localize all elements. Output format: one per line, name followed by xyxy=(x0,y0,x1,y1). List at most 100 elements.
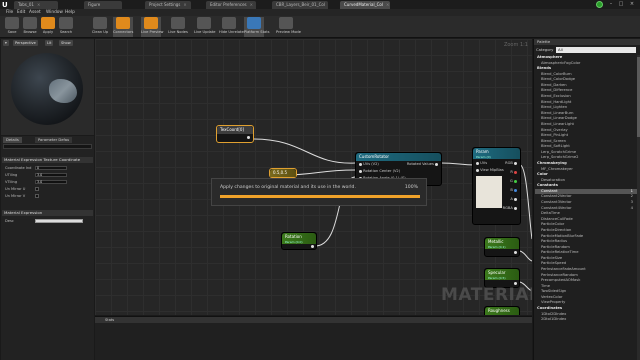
param-node[interactable]: Param Param (0) UVs View MipBias RGB R G… xyxy=(472,147,521,225)
clean-up-button[interactable]: Clean Up xyxy=(90,17,110,37)
desc-input[interactable] xyxy=(35,219,83,223)
preview-sphere xyxy=(11,53,83,125)
texcoord-output-pin[interactable] xyxy=(247,135,250,140)
zoom-level: Zoom 1:1 xyxy=(503,42,528,48)
details-search-input[interactable] xyxy=(3,144,92,149)
clean-up-icon xyxy=(93,17,107,29)
tab-tabs-01[interactable]: Tabs_01 × xyxy=(14,1,58,9)
menu-bar: File Edit Asset Window Help xyxy=(0,9,640,16)
details-panel: Details Parameter Defau Material Express… xyxy=(1,136,94,360)
param-uvs-pin[interactable]: UVs xyxy=(476,161,487,166)
platform-stats-button[interactable]: Platform Stats xyxy=(244,17,269,37)
rotator-output-pin[interactable]: Rotated Values xyxy=(407,162,438,167)
live-nodes-button[interactable]: Live Nodes xyxy=(168,17,188,37)
browse-icon xyxy=(23,17,37,29)
roughness-node-title: Roughness xyxy=(485,307,519,315)
graph-wires xyxy=(252,138,532,292)
palette-list: Atmosphere AtmosphericFogColor Blends Blend… xyxy=(535,55,639,323)
metallic-node[interactable]: Metallic Param (0.1) xyxy=(484,237,520,257)
tab-parameter-defaults[interactable]: Parameter Defau xyxy=(35,137,73,143)
hide-unrelated-icon xyxy=(222,17,236,29)
tab-curved-material[interactable]: CurvedMaterial_Col × xyxy=(340,1,390,9)
browse-button[interactable]: Browse xyxy=(20,17,40,37)
rotator-center-pin[interactable]: Rotation Center (V2) xyxy=(359,169,400,174)
show-button[interactable]: Show xyxy=(59,40,73,46)
unmirror-u-checkbox[interactable] xyxy=(35,187,39,191)
prop-vtiling: VTiling 3.0 xyxy=(5,179,91,185)
search-icon xyxy=(59,17,73,29)
stats-title[interactable]: Stats xyxy=(95,317,532,323)
prop-unmirror-u: Un Mirror U xyxy=(5,186,91,192)
prop-unmirror-v: Un Mirror V xyxy=(5,193,91,199)
constant-node[interactable]: 0.5,0.5 xyxy=(269,168,297,178)
tab-cbr-layers[interactable]: CBR_Layers_Beir_01_Col× xyxy=(272,1,328,9)
progress-percent: 100% xyxy=(404,185,418,190)
metallic-output-pin[interactable] xyxy=(514,250,517,255)
material-watermark: MATERIAL xyxy=(441,285,532,305)
preview-mode-icon xyxy=(279,17,293,29)
close-icon[interactable]: × xyxy=(627,0,637,8)
material-graph[interactable]: Zoom 1:1 TexCoord[0] 0.5,0.5 CustomRotat… xyxy=(95,39,532,315)
tab-editor-preferences[interactable]: Editor Preferences × xyxy=(206,1,256,9)
menu-edit[interactable]: Edit xyxy=(17,9,25,16)
platform-stats-icon xyxy=(247,17,261,29)
tab-project-settings[interactable]: Project Settings × xyxy=(145,1,191,9)
live-update-icon xyxy=(197,17,211,29)
connectors-icon xyxy=(116,17,130,29)
lit-button[interactable]: Lit xyxy=(45,40,54,46)
perspective-button[interactable]: Perspective xyxy=(13,40,38,46)
source-control-icon[interactable] xyxy=(596,1,603,8)
rotation-node[interactable]: Rotation Param (0.0) xyxy=(281,232,317,250)
menu-asset[interactable]: Asset xyxy=(29,9,41,16)
menu-window[interactable]: Window xyxy=(46,9,63,16)
palette-item[interactable]: 2DtoI1DIndex xyxy=(535,317,639,323)
texcoord-node[interactable]: TexCoord[0] xyxy=(216,125,254,143)
param-rgba-pin[interactable]: RGBA xyxy=(503,206,517,211)
constant-node-title: 0.5,0.5 xyxy=(270,169,296,177)
search-button[interactable]: Search xyxy=(56,17,76,37)
unreal-logo-icon: U xyxy=(2,1,8,9)
param-r-pin[interactable]: R xyxy=(510,170,517,175)
apply-icon xyxy=(41,17,55,29)
param-g-pin[interactable]: G xyxy=(510,179,517,184)
live-nodes-icon xyxy=(171,17,185,29)
save-button[interactable]: Save xyxy=(2,17,22,37)
palette-panel: Palette Category All Atmosphere Atmospher… xyxy=(533,39,640,360)
rotation-output-pin[interactable] xyxy=(311,244,314,249)
progress-message: Apply changes to original material and i… xyxy=(220,185,356,190)
progress-bar xyxy=(220,195,420,198)
param-a-pin[interactable]: A xyxy=(510,197,517,202)
rotator-uvs-pin[interactable]: UVs (V2) xyxy=(359,162,379,167)
tab-details[interactable]: Details xyxy=(3,137,22,143)
apply-button[interactable]: Apply xyxy=(38,17,58,37)
section-texture-coordinate[interactable]: Material Expression Texture Coordinate xyxy=(2,157,93,163)
menu-file[interactable]: File xyxy=(6,9,13,16)
live-preview-button[interactable]: Live Preview xyxy=(141,17,163,37)
palette-title[interactable]: Palette xyxy=(534,39,640,45)
unmirror-v-checkbox[interactable] xyxy=(35,194,39,198)
param-b-pin[interactable]: B xyxy=(510,188,517,193)
sphere-reflection xyxy=(49,79,77,103)
minimize-icon[interactable]: – xyxy=(606,0,616,8)
connectors-button[interactable]: Connectors xyxy=(113,17,133,37)
hide-unrelated-button[interactable]: Hide Unrelated xyxy=(219,17,246,37)
prop-coordinate-index: Coordinate Ind 0 xyxy=(5,165,91,171)
category-select[interactable]: All xyxy=(556,47,636,53)
preview-viewport[interactable]: ▾ Perspective Lit Show xyxy=(1,39,94,135)
live-update-button[interactable]: Live Update xyxy=(194,17,216,37)
maximize-icon[interactable]: □ xyxy=(616,0,626,8)
viewport-menu-button[interactable]: ▾ xyxy=(3,40,9,46)
progress-bar-fill xyxy=(220,195,420,198)
stats-panel: Stats xyxy=(95,316,532,360)
param-mipbias-pin[interactable]: View MipBias xyxy=(476,168,504,173)
menu-help[interactable]: Help xyxy=(65,9,75,16)
param-texture-preview xyxy=(476,176,502,208)
save-icon xyxy=(5,17,19,29)
section-material-expression[interactable]: Material Expression xyxy=(2,210,93,216)
custom-rotator-title: CustomRotator xyxy=(356,153,441,161)
title-bar: U Tabs_01 × Figure Project Settings × Edit… xyxy=(0,0,640,9)
preview-mode-button[interactable]: Preview Mode xyxy=(276,17,301,37)
param-rgb-pin[interactable]: RGB xyxy=(505,161,517,166)
roughness-node[interactable]: Roughness xyxy=(484,306,520,315)
tab-figure[interactable]: Figure xyxy=(84,1,122,9)
